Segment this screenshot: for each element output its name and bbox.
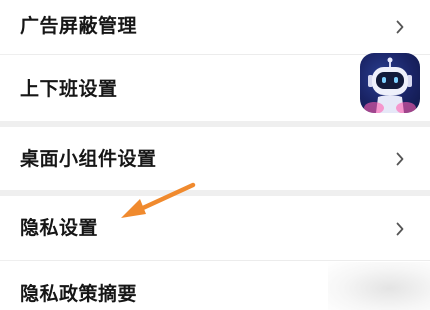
robot-icon: [364, 57, 416, 113]
settings-row-label: 桌面小组件设置: [20, 148, 157, 170]
settings-page: 广告屏蔽管理 上下班设置 桌面小组件设置 隐私设置 隐私政策摘要: [0, 0, 430, 310]
robot-avatar[interactable]: [360, 53, 420, 113]
settings-row-label: 隐私设置: [20, 217, 99, 239]
chevron-right-icon: [396, 152, 404, 166]
settings-row-label: 上下班设置: [20, 78, 118, 100]
settings-row-label: 隐私政策摘要: [20, 283, 138, 305]
chevron-right-icon: [396, 20, 404, 34]
chevron-right-icon: [396, 222, 404, 236]
settings-row-ad-block[interactable]: 广告屏蔽管理: [0, 0, 430, 54]
settings-row-privacy[interactable]: 隐私设置: [0, 196, 430, 260]
settings-row-widget[interactable]: 桌面小组件设置: [0, 127, 430, 190]
settings-row-label: 广告屏蔽管理: [20, 15, 138, 37]
watermark: [328, 262, 430, 310]
